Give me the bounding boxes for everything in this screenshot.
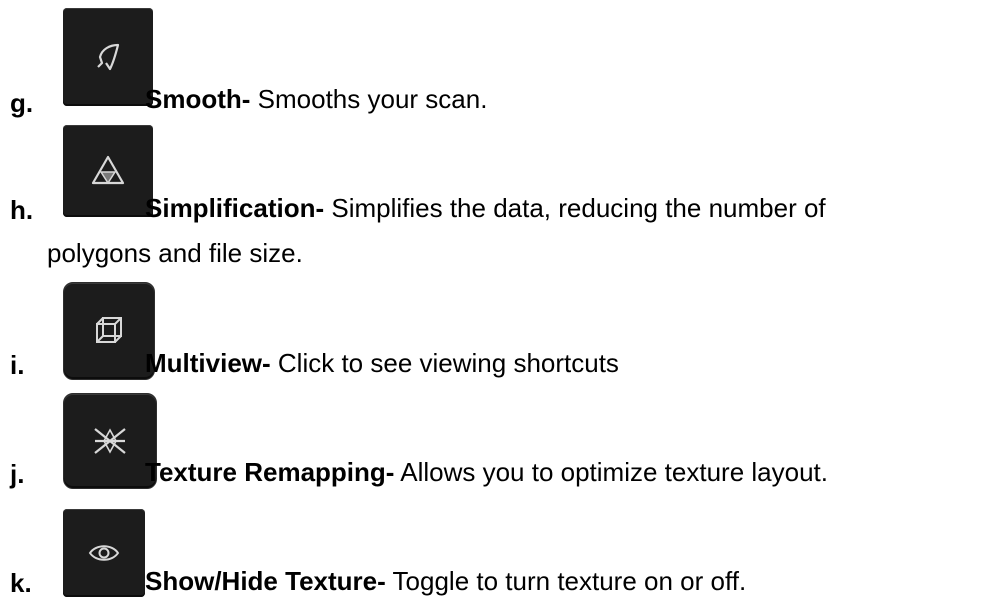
- item-text: Click to see viewing shortcuts: [277, 348, 619, 378]
- list-item-smooth: g. Smooth- Smooths your scan.: [0, 0, 1007, 120]
- list-item-multiview: i. Multiview- Click to see viewing short…: [0, 280, 1007, 390]
- item-text: Toggle to turn texture on or off.: [392, 566, 747, 596]
- smooth-icon: [97, 43, 120, 71]
- item-description: Smooth- Smooths your scan.: [145, 84, 487, 114]
- list-item-simplification: h. Simplification- Simplifies the data, …: [0, 120, 1007, 280]
- texture-remapping-icon: [94, 428, 126, 454]
- show-hide-texture-button[interactable]: [63, 509, 145, 597]
- texture-remapping-button[interactable]: [63, 393, 157, 489]
- list-marker: i.: [10, 350, 25, 380]
- item-description: Texture Remapping- Allows you to optimiz…: [145, 457, 828, 487]
- eye-icon: [88, 545, 120, 561]
- item-title: Texture Remapping-: [145, 457, 395, 487]
- simplification-icon: [91, 155, 125, 185]
- item-title: Smooth-: [145, 84, 251, 114]
- list-item-show-hide-texture: k. Show/Hide Texture- Toggle to turn tex…: [0, 500, 1007, 608]
- list-marker: k.: [10, 568, 32, 598]
- item-description: Simplification- Simplifies the data, red…: [145, 193, 826, 223]
- multiview-button[interactable]: [63, 282, 155, 380]
- item-title: Simplification-: [145, 193, 325, 223]
- simplification-button[interactable]: [63, 125, 153, 217]
- list-marker: j.: [10, 459, 25, 489]
- list-item-texture-remapping: j. Texture Remapping- Allows you to opti…: [0, 390, 1007, 500]
- item-description: Show/Hide Texture- Toggle to turn textur…: [145, 566, 746, 596]
- item-text-continuation: polygons and file size.: [47, 238, 303, 268]
- item-description: Multiview- Click to see viewing shortcut…: [145, 348, 619, 378]
- item-title: Show/Hide Texture-: [145, 566, 386, 596]
- item-text: Allows you to optimize texture layout.: [400, 457, 828, 487]
- list-marker: g.: [10, 88, 34, 118]
- smooth-button[interactable]: [63, 8, 153, 106]
- item-text: Simplifies the data, reducing the number…: [331, 193, 826, 223]
- multiview-cube-icon: [96, 317, 122, 343]
- item-title: Multiview-: [145, 348, 271, 378]
- list-marker: h.: [10, 195, 34, 225]
- item-text: Smooths your scan.: [257, 84, 488, 114]
